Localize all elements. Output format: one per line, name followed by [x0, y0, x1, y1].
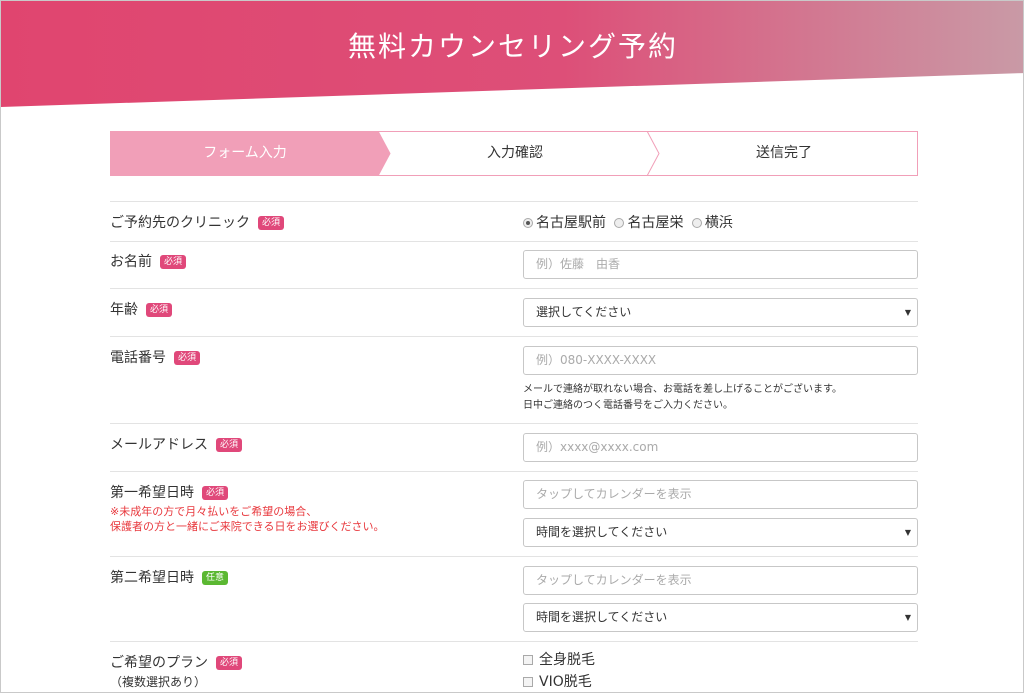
minor-payment-note: ※未成年の方で月々払いをご希望の場合、 保護者の方と一緒にご来院できる日をお選び…	[110, 504, 385, 534]
clinic-radio-nagoya-sakae[interactable]	[614, 218, 625, 228]
note-line: ※未成年の方で月々払いをご希望の場合、	[110, 505, 318, 518]
clinic-option-label: 名古屋駅前	[536, 215, 606, 231]
first-date-label: 第一希望日時 必須	[110, 482, 229, 502]
name-label-text: お名前	[110, 254, 152, 270]
clinic-label: ご予約先のクリニック 必須	[110, 212, 285, 232]
email-input[interactable]: 例）xxxx@xxxx.com	[523, 433, 918, 462]
plan-option-label: VIO脱毛	[539, 674, 592, 690]
step-form-input: フォーム入力	[203, 145, 287, 161]
required-badge: 必須	[174, 351, 201, 365]
plan-option-vio[interactable]: VIO脱毛	[523, 671, 595, 692]
age-label: 年齢 必須	[110, 299, 173, 319]
age-select[interactable]: 選択してください ▼	[523, 298, 918, 327]
plan-option-label: 全身脱毛	[539, 652, 595, 668]
email-label-text: メールアドレス	[110, 437, 208, 453]
first-date-row: 第一希望日時 必須 ※未成年の方で月々払いをご希望の場合、 保護者の方と一緒にご来…	[110, 471, 918, 556]
header-banner: 無料カウンセリング予約	[1, 1, 1023, 107]
phone-help-line: メールで連絡が取れない場合、お電話を差し上げることがございます。	[523, 384, 842, 395]
form-page: 無料カウンセリング予約 フォーム入力 入力確認 送信完了 ご予約先のクリニック必…	[0, 0, 1024, 693]
second-date-label-text: 第二希望日時	[110, 570, 194, 586]
second-date-input[interactable]: タップしてカレンダーを表示	[523, 566, 918, 595]
clinic-option-label: 横浜	[704, 215, 733, 231]
phone-help-line: 日中ご連絡のつく電話番号をご入力ください。	[523, 400, 733, 411]
phone-input[interactable]: 例）080-XXXX-XXXX	[523, 346, 918, 375]
required-badge: 必須	[216, 656, 243, 670]
first-time-value: 時間を選択してください	[536, 525, 668, 539]
required-badge: 必須	[160, 255, 187, 269]
plan-checkbox-group: 全身脱毛 VIO脱毛	[523, 649, 595, 692]
plan-checkbox[interactable]	[523, 655, 533, 665]
email-row: メールアドレス 必須 例）xxxx@xxxx.com	[110, 423, 918, 471]
plan-option-full-body[interactable]: 全身脱毛	[523, 649, 595, 671]
clinic-radio-group: 名古屋駅前 名古屋栄 横浜	[523, 212, 737, 232]
plan-multi-select-note: （複数選択あり）	[110, 675, 207, 689]
first-date-input[interactable]: タップしてカレンダーを表示	[523, 480, 918, 509]
second-date-row: 第二希望日時 任意 タップしてカレンダーを表示 時間を選択してください ▼	[110, 556, 918, 641]
progress-steps: フォーム入力 入力確認 送信完了	[110, 131, 918, 176]
clinic-radio-yokohama[interactable]	[691, 218, 702, 228]
plan-label: ご希望のプラン 必須	[110, 652, 243, 672]
first-time-select[interactable]: 時間を選択してください ▼	[523, 518, 918, 547]
age-label-text: 年齢	[110, 302, 138, 318]
chevron-down-icon: ▼	[904, 528, 911, 537]
name-input[interactable]: 例）佐藤 由香	[523, 250, 918, 279]
required-badge: 必須	[146, 303, 173, 317]
required-badge: 必須	[216, 438, 243, 452]
page-title: 無料カウンセリング予約	[347, 30, 678, 63]
email-label: メールアドレス 必須	[110, 434, 243, 454]
name-label: お名前 必須	[110, 251, 187, 271]
plan-row: ご希望のプラン 必須 （複数選択あり） 全身脱毛 VIO脱毛	[110, 641, 918, 692]
phone-label: 電話番号 必須	[110, 347, 201, 367]
age-row: 年齢 必須 選択してください ▼	[110, 288, 918, 336]
phone-row: 電話番号 必須 例）080-XXXX-XXXX メールで連絡が取れない場合、お電話…	[110, 336, 918, 423]
step-complete: 送信完了	[756, 145, 812, 161]
required-badge: 必須	[202, 486, 229, 500]
note-line: 保護者の方と一緒にご来院できる日をお選びください。	[110, 520, 385, 533]
plan-label-text: ご希望のプラン	[110, 655, 208, 671]
first-date-label-text: 第一希望日時	[110, 485, 194, 501]
phone-help-text: メールで連絡が取れない場合、お電話を差し上げることがございます。 日中ご連絡のつ…	[523, 382, 842, 414]
clinic-row: ご予約先のクリニック 必須 名古屋駅前 名古屋栄 横浜	[110, 201, 918, 241]
phone-label-text: 電話番号	[110, 350, 166, 366]
second-time-select[interactable]: 時間を選択してください ▼	[523, 603, 918, 632]
chevron-down-icon: ▼	[904, 613, 911, 622]
clinic-label-text: ご予約先のクリニック	[110, 215, 250, 231]
required-badge: 必須	[258, 216, 285, 230]
plan-checkbox[interactable]	[523, 677, 533, 687]
name-row: お名前 必須 例）佐藤 由香	[110, 241, 918, 288]
clinic-radio-nagoya-ekimae[interactable]	[523, 218, 533, 228]
optional-badge: 任意	[202, 571, 229, 585]
age-select-value: 選択してください	[536, 305, 632, 319]
second-date-label: 第二希望日時 任意	[110, 567, 229, 587]
clinic-option-label: 名古屋栄	[627, 215, 684, 231]
second-time-value: 時間を選択してください	[536, 610, 668, 624]
step-confirm: 入力確認	[487, 145, 543, 161]
chevron-down-icon: ▼	[904, 308, 911, 317]
